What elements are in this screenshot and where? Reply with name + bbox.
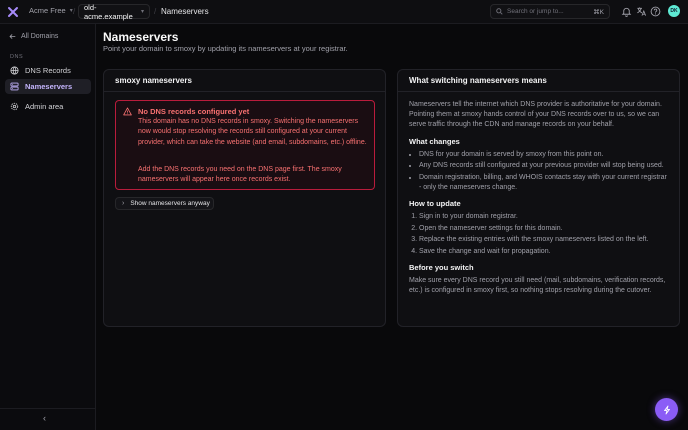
search-shortcut: ⌘K	[593, 8, 604, 16]
sidebar: All Domains DNS DNS Records Nameservers …	[0, 24, 96, 430]
list-item: Domain registration, billing, and WHOIS …	[419, 173, 671, 193]
section-heading: Before you switch	[409, 263, 474, 273]
domain-select[interactable]: old-acme.example ▾	[78, 2, 150, 21]
alert-title: No DNS records configured yet	[138, 107, 250, 116]
translate-icon[interactable]	[636, 6, 647, 17]
smoxy-logo-icon[interactable]	[7, 6, 19, 18]
info-content: Nameservers tell the internet which DNS …	[409, 100, 671, 297]
search-icon	[496, 8, 503, 15]
arrow-left-icon	[9, 34, 16, 39]
sidebar-item-dns-records[interactable]: DNS Records	[5, 63, 91, 78]
chevron-down-icon: ▾	[140, 9, 144, 15]
before-text: Make sure every DNS record you still nee…	[409, 277, 666, 295]
sidebar-item-nameservers[interactable]: Nameservers	[5, 79, 91, 94]
team-switcher[interactable]: Acme Free ▾	[29, 6, 73, 15]
top-bar: Acme Free ▾ / old-acme.example ▾ / Names…	[0, 0, 688, 24]
page-subtitle: Point your domain to smoxy by updating i…	[103, 44, 348, 53]
search-input[interactable]: Search or jump to... ⌘K	[490, 4, 610, 19]
section-heading: What changes	[409, 136, 460, 146]
list-item: Open the nameserver settings for this do…	[419, 224, 671, 234]
sidebar-section-label: DNS	[10, 54, 24, 60]
domain-select-value: old-acme.example	[84, 2, 133, 21]
sidebar-item-label: Nameservers	[25, 82, 73, 91]
back-to-all-domains[interactable]: All Domains	[9, 33, 58, 40]
show-nameservers-label: Show nameservers anyway	[130, 200, 210, 207]
info-card: What switching nameservers means Nameser…	[397, 69, 680, 327]
help-icon[interactable]	[650, 6, 661, 17]
assistant-button[interactable]	[655, 398, 678, 421]
no-records-alert: No DNS records configured yet This domai…	[115, 100, 375, 190]
show-nameservers-button[interactable]: › Show nameservers anyway	[115, 197, 214, 210]
bolt-icon	[663, 405, 670, 414]
sidebar-item-label: DNS Records	[25, 66, 71, 75]
list-item: Sign in to your domain registrar.	[419, 212, 671, 222]
breadcrumb-separator: /	[154, 7, 157, 16]
divider	[0, 408, 96, 409]
collapse-sidebar-icon[interactable]: ‹	[43, 413, 46, 423]
what-changes-list: DNS for your domain is served by smoxy f…	[409, 150, 671, 194]
card-title: smoxy nameservers	[104, 70, 385, 92]
nameservers-card: smoxy nameservers No DNS records configu…	[103, 69, 386, 327]
team-name: Acme Free	[29, 6, 66, 15]
bell-icon[interactable]	[621, 6, 632, 17]
search-placeholder: Search or jump to...	[507, 8, 564, 15]
dns-records-icon	[10, 66, 19, 75]
breadcrumb-current: Nameservers	[161, 7, 209, 16]
back-label: All Domains	[21, 33, 59, 40]
avatar[interactable]: DK	[668, 5, 680, 17]
breadcrumb-separator: /	[73, 7, 76, 16]
section-heading: How to update	[409, 199, 461, 209]
admin-icon	[10, 102, 19, 111]
warning-icon	[123, 107, 132, 116]
alert-text: This domain has no DNS records in smoxy.…	[138, 118, 367, 146]
nameservers-icon	[10, 82, 19, 91]
sidebar-item-admin-area[interactable]: Admin area	[5, 99, 91, 114]
avatar-initials: DK	[670, 8, 678, 14]
list-item: Any DNS records still configured at your…	[419, 161, 671, 171]
list-item: Save the change and wait for propagation…	[419, 247, 671, 257]
list-item: DNS for your domain is served by smoxy f…	[419, 150, 671, 160]
info-intro: Nameservers tell the internet which DNS …	[409, 101, 662, 129]
how-to-list: Sign in to your domain registrar. Open t…	[409, 212, 671, 257]
sidebar-item-label: Admin area	[25, 102, 64, 111]
list-item: Replace the existing entries with the sm…	[419, 235, 671, 245]
card-title: What switching nameservers means	[398, 70, 679, 92]
page-title: Nameservers	[103, 30, 179, 44]
alert-text: Add the DNS records you need on the DNS …	[138, 166, 342, 184]
chevron-right-icon: ›	[122, 200, 125, 207]
